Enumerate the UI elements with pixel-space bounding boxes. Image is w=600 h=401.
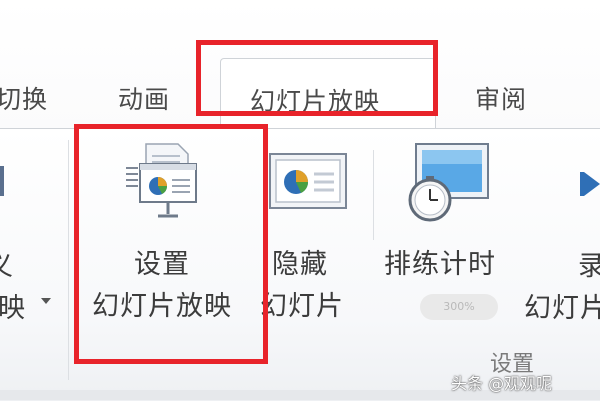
watermark: 头条 @观观呢 bbox=[451, 374, 553, 393]
custom-show-label-line1: 义 bbox=[0, 244, 14, 283]
record-slideshow-label-line2: 幻灯片 bbox=[524, 293, 600, 324]
highlight-box-slideshow-tab bbox=[196, 40, 438, 116]
group-separator bbox=[373, 150, 374, 240]
hide-slide-label-line1: 隐藏 bbox=[272, 249, 328, 280]
group-separator bbox=[68, 140, 69, 380]
record-slideshow-label-line1: 录 bbox=[578, 251, 600, 282]
highlight-box-setup-button bbox=[74, 124, 268, 364]
rehearse-timings-label: 排练计时 bbox=[384, 249, 496, 280]
record-play-icon bbox=[580, 172, 600, 196]
tab-animations[interactable]: 动画 bbox=[118, 80, 170, 116]
partial-icon bbox=[0, 166, 4, 196]
hide-slide-icon bbox=[269, 153, 347, 209]
zoom-indicator: 300% bbox=[420, 294, 498, 320]
rehearse-timings-button[interactable]: 排练计时 bbox=[380, 136, 520, 286]
hide-slide-label-line2: 幻灯片 bbox=[260, 291, 344, 322]
tab-review[interactable]: 审阅 bbox=[475, 80, 527, 116]
hide-slide-button[interactable]: 隐藏 幻灯片 bbox=[260, 136, 362, 358]
tab-transitions[interactable]: 切换 bbox=[0, 80, 48, 116]
dropdown-arrow-icon[interactable] bbox=[40, 296, 52, 306]
custom-show-label-line2: 映 bbox=[0, 293, 26, 324]
rehearse-timings-icon bbox=[408, 143, 489, 222]
